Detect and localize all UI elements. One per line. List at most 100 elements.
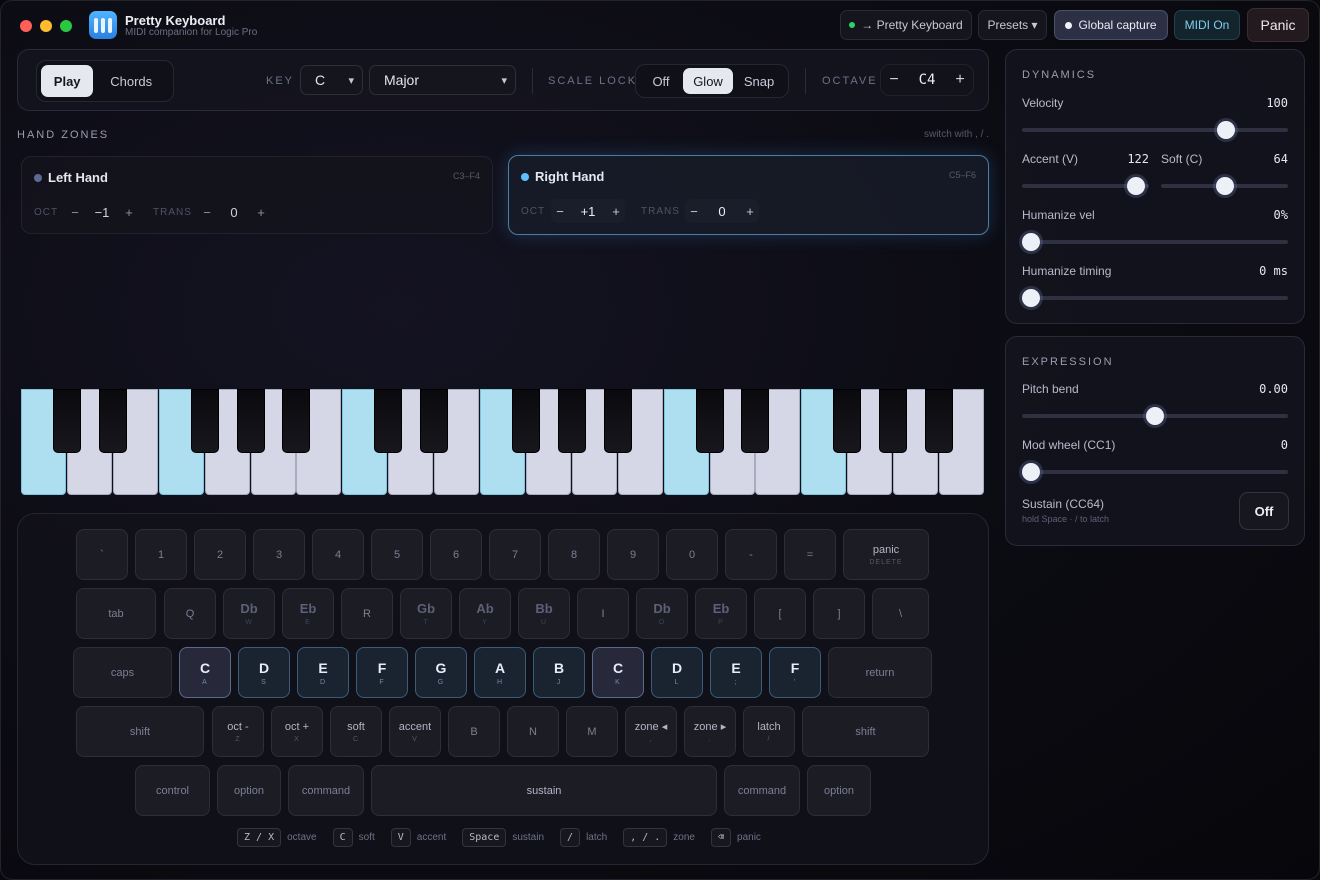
trans-decrement-button[interactable]: − (685, 204, 703, 219)
piano-black-key[interactable] (833, 389, 862, 453)
octave-decrement-button[interactable]: − (881, 71, 907, 89)
zone-card-left-hand[interactable]: Left Hand C3–F4 OCT − −1 + TRANS − 0 + (21, 156, 493, 234)
key-6[interactable]: 6 (430, 529, 482, 580)
key-2[interactable]: 2 (194, 529, 246, 580)
pitch-bend-slider-thumb[interactable] (1146, 407, 1164, 425)
key-[interactable]: F ' (769, 647, 821, 698)
scale-lock-snap[interactable]: Snap (733, 68, 785, 94)
soft-slider-thumb[interactable] (1215, 177, 1234, 195)
piano-black-key[interactable] (236, 389, 265, 453)
sustain-toggle-button[interactable]: Off (1239, 492, 1289, 530)
key-v[interactable]: accent V (389, 706, 441, 757)
key-q[interactable]: Q (164, 588, 216, 639)
piano-black-key[interactable] (603, 389, 632, 453)
humanize-timing-slider[interactable] (1022, 296, 1288, 300)
minimize-window-button[interactable] (40, 20, 52, 32)
oct-increment-button[interactable]: + (607, 204, 625, 219)
piano-black-key[interactable] (695, 389, 724, 453)
octave-increment-button[interactable]: + (947, 71, 973, 89)
piano-black-key[interactable] (741, 389, 770, 453)
key-control[interactable]: control (135, 765, 210, 816)
key-0[interactable]: 0 (666, 529, 718, 580)
trans-increment-button[interactable]: + (252, 205, 270, 220)
key-tab[interactable]: tab (76, 588, 156, 639)
piano-black-key[interactable] (282, 389, 311, 453)
key-g[interactable]: GG (415, 647, 467, 698)
key-i[interactable]: I (577, 588, 629, 639)
key-b[interactable]: B (448, 706, 500, 757)
key-s[interactable]: DS (238, 647, 290, 698)
key-j[interactable]: BJ (533, 647, 585, 698)
oct-decrement-button[interactable]: − (66, 205, 84, 220)
key-[interactable]: latch / (743, 706, 795, 757)
piano-black-key[interactable] (420, 389, 449, 453)
mod-wheel-slider-thumb[interactable] (1022, 463, 1040, 481)
key-r[interactable]: R (341, 588, 393, 639)
key-[interactable]: [ (754, 588, 806, 639)
key-e[interactable]: Eb E (282, 588, 334, 639)
key-[interactable]: \ (872, 588, 929, 639)
close-window-button[interactable] (20, 20, 32, 32)
scale-lock-glow[interactable]: Glow (683, 68, 733, 94)
mod-wheel-slider[interactable] (1022, 470, 1288, 474)
key-p[interactable]: Eb P (695, 588, 747, 639)
key-[interactable]: zone ▸. (684, 706, 736, 757)
tab-chords[interactable]: Chords (93, 65, 169, 97)
key-o[interactable]: Db O (636, 588, 688, 639)
velocity-slider[interactable] (1022, 128, 1288, 132)
key-caps[interactable]: caps (73, 647, 172, 698)
key-command[interactable]: command (724, 765, 800, 816)
zoom-window-button[interactable] (60, 20, 72, 32)
key-d[interactable]: ED (297, 647, 349, 698)
key-[interactable]: ` (76, 529, 128, 580)
global-capture-toggle[interactable]: Global capture (1054, 10, 1168, 40)
key-shift[interactable]: shift (76, 706, 204, 757)
humanize-vel-slider[interactable] (1022, 240, 1288, 244)
key-y[interactable]: Ab Y (459, 588, 511, 639)
piano-black-key[interactable] (190, 389, 219, 453)
key-return[interactable]: return (828, 647, 932, 698)
trans-decrement-button[interactable]: − (198, 205, 216, 220)
piano-black-key[interactable] (374, 389, 403, 453)
tab-play[interactable]: Play (41, 65, 94, 97)
key-command[interactable]: command (288, 765, 364, 816)
piano-black-key[interactable] (879, 389, 908, 453)
key-option[interactable]: option (807, 765, 871, 816)
key-h[interactable]: AH (474, 647, 526, 698)
key-[interactable]: - (725, 529, 777, 580)
midi-on-toggle[interactable]: MIDI On (1174, 10, 1240, 40)
key-5[interactable]: 5 (371, 529, 423, 580)
key-9[interactable]: 9 (607, 529, 659, 580)
oct-increment-button[interactable]: + (120, 205, 138, 220)
key-shift[interactable]: shift (802, 706, 929, 757)
key-f[interactable]: FF (356, 647, 408, 698)
oct-decrement-button[interactable]: − (551, 204, 569, 219)
key-u[interactable]: Bb U (518, 588, 570, 639)
key-7[interactable]: 7 (489, 529, 541, 580)
key-n[interactable]: N (507, 706, 559, 757)
key-c[interactable]: soft C (330, 706, 382, 757)
key-delete[interactable]: panic DELETE (843, 529, 929, 580)
key-[interactable]: E; (710, 647, 762, 698)
humanize-vel-slider-thumb[interactable] (1022, 233, 1040, 251)
key-[interactable]: ] (813, 588, 865, 639)
key-3[interactable]: 3 (253, 529, 305, 580)
panic-button[interactable]: Panic (1247, 8, 1309, 42)
piano-black-key[interactable] (52, 389, 81, 453)
key-t[interactable]: Gb T (400, 588, 452, 639)
humanize-timing-slider-thumb[interactable] (1022, 289, 1040, 307)
key-[interactable]: zone ◂, (625, 706, 677, 757)
key-a[interactable]: CA (179, 647, 231, 698)
key-z[interactable]: oct - Z (212, 706, 264, 757)
scale-select[interactable]: Major ▾ (369, 65, 516, 95)
key-x[interactable]: oct + X (271, 706, 323, 757)
zone-card-right-hand[interactable]: Right Hand C5–F6 OCT − +1 + TRANS − 0 + (508, 155, 989, 235)
key-8[interactable]: 8 (548, 529, 600, 580)
piano-black-key[interactable] (511, 389, 540, 453)
key-[interactable]: = (784, 529, 836, 580)
key-select[interactable]: C ▾ (300, 65, 363, 95)
key-m[interactable]: M (566, 706, 618, 757)
key-1[interactable]: 1 (135, 529, 187, 580)
midi-output-button[interactable]: → Pretty Keyboard (840, 10, 972, 40)
trans-increment-button[interactable]: + (741, 204, 759, 219)
